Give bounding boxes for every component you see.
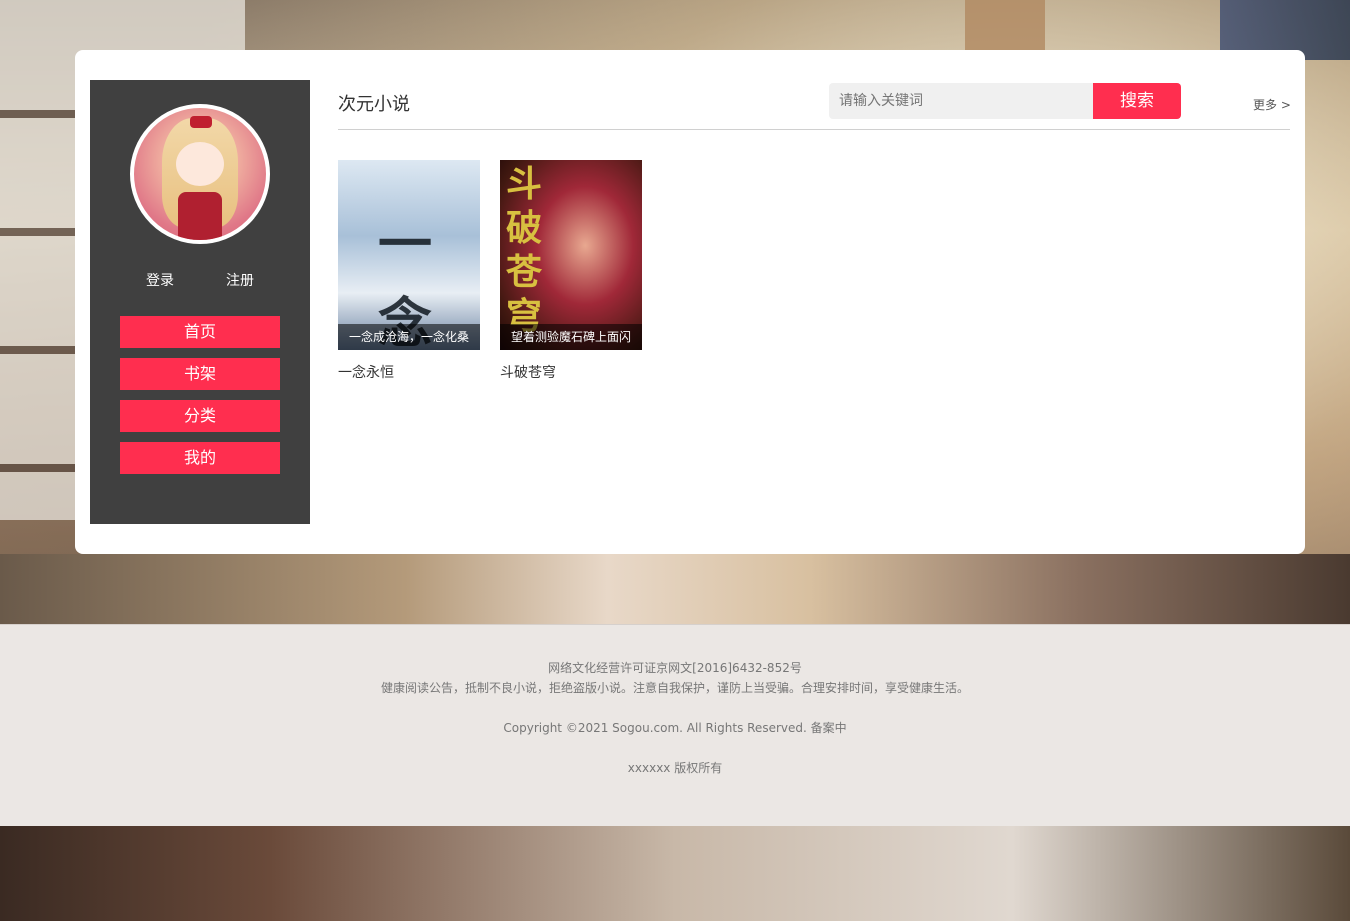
more-link[interactable]: 更多 > [1253,96,1291,113]
auth-links: 登录 注册 [90,270,310,290]
nav-mine-button[interactable]: 我的 [120,442,280,474]
background-floor-decoration [0,826,1350,921]
book-cover[interactable]: 一念永恒 一念成沧海，一念化桑 [338,160,480,350]
background-scene-decoration [0,554,1350,624]
book-card[interactable]: 一念永恒 一念成沧海，一念化桑 一念永恒 [338,160,480,382]
avatar-face [176,142,224,186]
search-input[interactable] [829,83,1093,119]
avatar-dress [178,192,222,240]
book-title[interactable]: 一念永恒 [338,362,480,382]
book-title[interactable]: 斗破苍穹 [500,362,642,382]
book-caption: 望着测验魔石碑上面闪 [500,324,642,350]
login-link[interactable]: 登录 [146,270,174,290]
footer-copyright: Copyright ©2021 Sogou.com. All Rights Re… [503,721,847,735]
avatar[interactable] [130,104,270,244]
footer-notice: 健康阅读公告，抵制不良小说，拒绝盗版小说。注意自我保护，谨防上当受骗。合理安排时… [380,681,969,695]
book-card[interactable]: 斗破苍穹 望着测验魔石碑上面闪 斗破苍穹 [500,160,642,382]
book-caption: 一念成沧海，一念化桑 [338,324,480,350]
background-frame-decoration [965,0,1045,50]
section-divider [338,129,1290,130]
sidebar: 登录 注册 首页 书架 分类 我的 [90,80,310,524]
main-card: 登录 注册 首页 书架 分类 我的 次元小说 搜索 更多 > 一念永恒 一念成沧… [75,50,1305,554]
section-title: 次元小说 [338,94,410,115]
book-cover[interactable]: 斗破苍穹 望着测验魔石碑上面闪 [500,160,642,350]
nav-bookshelf-button[interactable]: 书架 [120,358,280,390]
nav-category-button[interactable]: 分类 [120,400,280,432]
footer: 网络文化经营许可证京网文[2016]6432-852号 健康阅读公告，抵制不良小… [0,624,1350,826]
cover-title-art: 斗破苍穹 [506,163,543,337]
avatar-bow [190,116,212,128]
footer-owner: xxxxxx 版权所有 [627,761,723,775]
search-button[interactable]: 搜索 [1093,83,1181,119]
footer-license: 网络文化经营许可证京网文[2016]6432-852号 [548,661,802,675]
nav-home-button[interactable]: 首页 [120,316,280,348]
register-link[interactable]: 注册 [226,270,254,290]
